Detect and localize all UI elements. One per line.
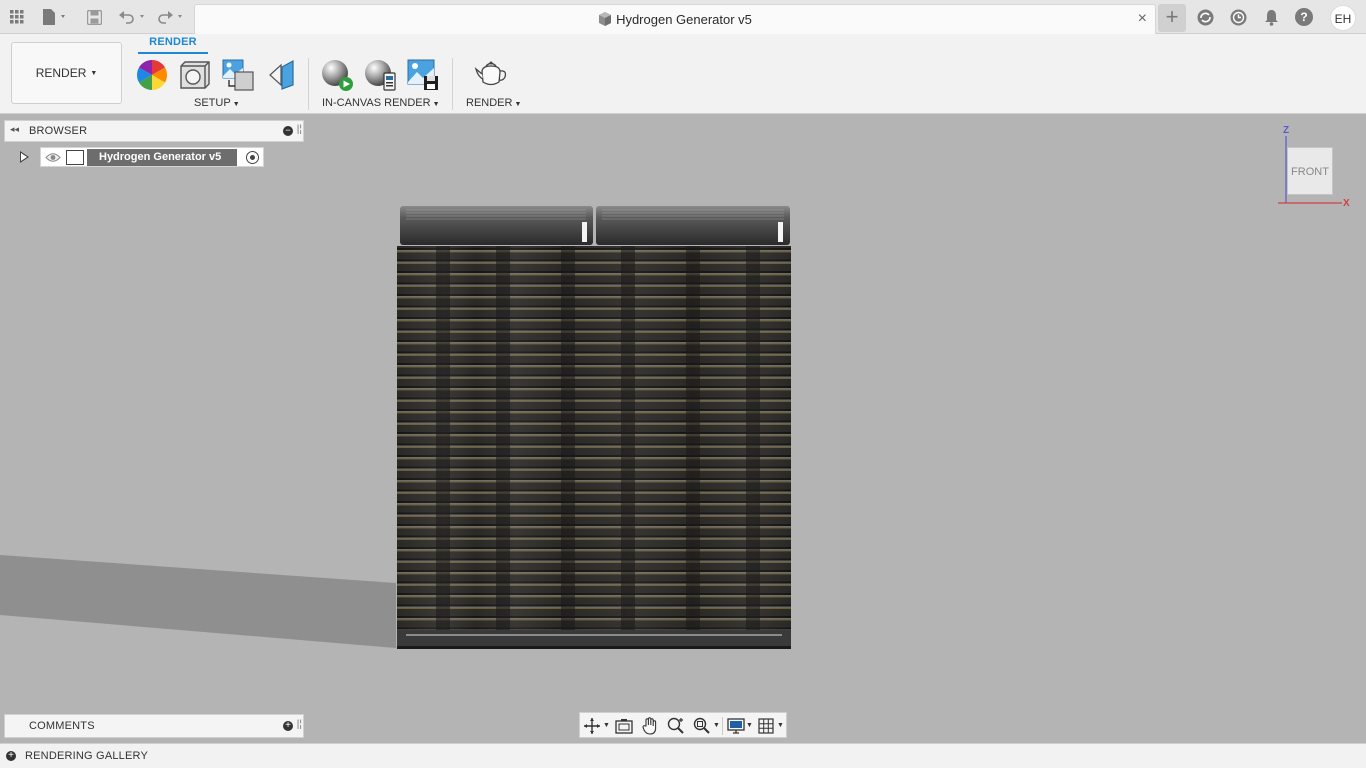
document-tab[interactable]: Hydrogen Generator v5 × [194, 4, 1156, 34]
expand-arrow-icon[interactable] [20, 151, 29, 163]
document-title: Hydrogen Generator v5 [616, 12, 752, 27]
appearance-icon[interactable] [135, 58, 169, 92]
grid-settings-icon[interactable] [756, 716, 776, 736]
close-tab-icon[interactable]: × [1138, 10, 1147, 28]
in-canvas-settings-icon[interactable] [363, 58, 397, 92]
chevron-down-icon: ▼ [232, 101, 240, 108]
capture-image-icon[interactable] [406, 58, 440, 92]
decal-icon[interactable] [221, 58, 255, 92]
pan-hand-icon[interactable] [640, 716, 660, 736]
scene-settings-icon[interactable] [178, 58, 212, 92]
save-icon[interactable] [85, 6, 103, 28]
canvas-viewport[interactable]: ◂◂ BROWSER − |¦ Hydrogen Generator v5 Z … [0, 115, 1366, 743]
ribbon-divider [452, 58, 453, 110]
browser-title: BROWSER [29, 125, 88, 137]
browser-panel-header[interactable]: ◂◂ BROWSER − |¦ [4, 120, 304, 142]
axis-x-label: X [1343, 198, 1350, 209]
component-cube-icon [599, 12, 612, 26]
extensions-icon[interactable] [1196, 6, 1214, 28]
display-settings-icon[interactable] [726, 716, 746, 736]
axis-z-label: Z [1283, 125, 1290, 136]
ribbon-toolbar: RENDER ▼ RENDER SETUP ▼ IN-CANVAS RENDER… [0, 34, 1366, 114]
toolbar-divider [722, 717, 723, 735]
undo-icon[interactable] [118, 6, 148, 28]
chevron-down-icon: ▼ [432, 101, 440, 108]
in-canvas-render-icon[interactable] [320, 58, 354, 92]
fit-zoom-icon[interactable] [692, 716, 712, 736]
view-cube[interactable]: Z FRONT X [1278, 125, 1358, 209]
render-group-label[interactable]: RENDER ▼ [466, 97, 521, 109]
workspace-switcher-button[interactable]: RENDER ▼ [11, 42, 122, 104]
chevron-down-icon[interactable]: ▼ [603, 722, 610, 729]
viewcube-front-face[interactable]: FRONT [1287, 147, 1333, 195]
hydrogen-generator-model [397, 206, 791, 649]
tree-node-root[interactable]: Hydrogen Generator v5 [40, 147, 264, 167]
file-icon[interactable] [40, 6, 70, 28]
rendering-gallery-bar[interactable]: + RENDERING GALLERY [0, 743, 1366, 768]
ribbon-divider [308, 58, 309, 110]
minimize-icon[interactable]: − [283, 126, 293, 136]
render-teapot-icon[interactable] [474, 58, 508, 92]
document-tab-title: Hydrogen Generator v5 [195, 12, 1155, 27]
application-bar: Hydrogen Generator v5 × + ? EH [0, 0, 1366, 34]
job-status-icon[interactable] [1229, 6, 1247, 28]
look-at-icon[interactable] [614, 716, 634, 736]
texture-map-icon[interactable] [264, 58, 298, 92]
in-canvas-render-label: IN-CANVAS RENDER [322, 97, 431, 109]
visibility-eye-icon[interactable] [45, 152, 61, 163]
comments-panel-header[interactable]: COMMENTS + |¦ [4, 714, 304, 738]
chevron-down-icon[interactable]: ▼ [777, 722, 784, 729]
zoom-icon[interactable] [666, 716, 686, 736]
collapse-panel-icon[interactable]: ◂◂ [10, 124, 19, 135]
in-canvas-render-group-label[interactable]: IN-CANVAS RENDER ▼ [322, 97, 440, 109]
rendering-gallery-title: RENDERING GALLERY [25, 750, 149, 762]
notifications-icon[interactable] [1262, 6, 1280, 28]
expand-gallery-icon[interactable]: + [6, 751, 16, 761]
apps-grid-icon[interactable] [8, 6, 26, 28]
activate-component-icon[interactable] [246, 151, 259, 164]
new-tab-button[interactable]: + [1158, 4, 1186, 32]
chevron-down-icon: ▼ [90, 69, 98, 77]
navigation-toolbar: ▼ ▼ ▼ ▼ [579, 712, 787, 738]
help-icon[interactable]: ? [1295, 8, 1313, 26]
redo-icon[interactable] [156, 6, 186, 28]
user-avatar[interactable]: EH [1330, 5, 1356, 31]
setup-group-label[interactable]: SETUP ▼ [194, 97, 240, 109]
chevron-down-icon: ▼ [514, 101, 522, 108]
comments-title: COMMENTS [29, 720, 95, 732]
chevron-down-icon[interactable]: ▼ [713, 722, 720, 729]
root-component-label[interactable]: Hydrogen Generator v5 [87, 149, 237, 166]
document-icon [66, 150, 84, 165]
chevron-down-icon[interactable]: ▼ [746, 722, 753, 729]
setup-label: SETUP [194, 97, 231, 109]
add-comment-icon[interactable]: + [283, 721, 293, 731]
render-label: RENDER [466, 97, 513, 109]
orbit-icon[interactable] [582, 716, 602, 736]
pin-panel-icon[interactable]: |¦ [297, 719, 302, 730]
workspace-label: RENDER [35, 66, 87, 80]
pin-panel-icon[interactable]: |¦ [297, 124, 302, 135]
active-tab-indicator [138, 52, 208, 54]
